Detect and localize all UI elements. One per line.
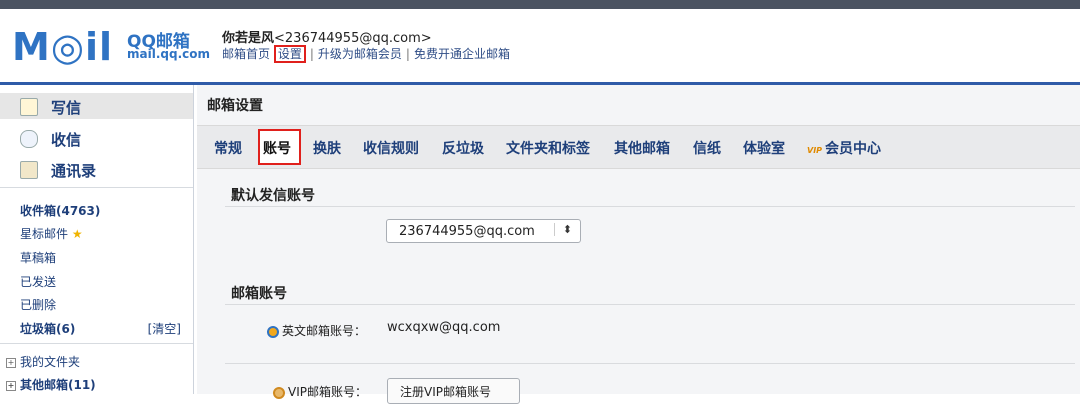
- tab-general[interactable]: 常规: [214, 138, 242, 158]
- section-divider: [225, 206, 1075, 207]
- qq-mail-logo[interactable]: M◎il QQ邮箱 mail.qq.com: [12, 25, 210, 71]
- vip-icon: VIP: [807, 146, 823, 155]
- folder-starred[interactable]: 星标邮件 ★: [20, 225, 83, 242]
- logo-mark: M◎il: [12, 25, 114, 69]
- row-divider: [225, 363, 1075, 364]
- sidebar-item-label: 收信: [51, 131, 82, 149]
- default-sender-title: 默认发信账号: [231, 188, 315, 204]
- register-vip-button-label: 注册VIP邮箱账号: [400, 385, 491, 399]
- folder-my-folders-label: 我的文件夹: [20, 355, 81, 369]
- default-account-value: 236744955@qq.com: [399, 224, 535, 239]
- star-icon: ★: [71, 227, 83, 241]
- default-account-select[interactable]: 236744955@qq.com ⬍: [386, 219, 581, 243]
- settings-panel: 邮箱设置 常规 账号 换肤 收信规则 反垃圾 文件夹和标签 其他邮箱 信纸 体验…: [197, 85, 1080, 404]
- english-account-label: 英文邮箱账号：: [267, 322, 366, 339]
- mailbox-account-title: 邮箱账号: [231, 286, 287, 302]
- english-account-label-text: 英文邮箱账号：: [282, 324, 367, 338]
- english-account-value: wcxqxw@qq.com: [387, 320, 501, 335]
- user-info: 你若是风<236744955@qq.com>: [222, 27, 432, 46]
- folder-inbox[interactable]: 收件箱(4763): [20, 202, 100, 219]
- tab-other-mailboxes[interactable]: 其他邮箱: [614, 138, 670, 158]
- header: M◎il QQ邮箱 mail.qq.com 你若是风<236744955@qq.…: [0, 9, 1080, 85]
- link-settings[interactable]: 设置: [273, 45, 306, 63]
- header-links: 邮箱首页 设置 | 升级为邮箱会员 | 免费开通企业邮箱: [222, 45, 510, 63]
- top-strip: [0, 0, 1080, 9]
- tab-vip-center[interactable]: VIP 会员中心: [807, 138, 881, 158]
- vip-account-label-text: VIP邮箱账号：: [288, 385, 367, 399]
- section-divider: [225, 304, 1075, 305]
- tab-vip-center-label: 会员中心: [825, 141, 882, 157]
- inbox-icon: [20, 130, 38, 148]
- folder-my-folders[interactable]: + 我的文件夹: [6, 353, 80, 370]
- expand-icon[interactable]: +: [6, 357, 16, 368]
- sidebar: 写信 收信 通讯录 收件箱(4763) 星标邮件 ★ 草稿箱 已发送 已删除 垃…: [0, 85, 194, 394]
- tab-skin[interactable]: 换肤: [313, 138, 341, 158]
- sidebar-divider: [0, 187, 193, 188]
- folder-drafts[interactable]: 草稿箱: [20, 249, 56, 266]
- contacts-icon: [20, 161, 38, 179]
- user-email: <236744955@qq.com>: [274, 31, 432, 46]
- link-upgrade[interactable]: 升级为邮箱会员: [318, 47, 402, 61]
- tab-stationery[interactable]: 信纸: [693, 138, 721, 158]
- tab-anti-spam[interactable]: 反垃圾: [442, 138, 484, 158]
- settings-tabs: 常规 账号 换肤 收信规则 反垃圾 文件夹和标签 其他邮箱 信纸 体验室 VIP…: [197, 125, 1080, 169]
- sidebar-item-compose[interactable]: 写信: [0, 93, 193, 119]
- qq-icon: [267, 325, 279, 338]
- folder-deleted[interactable]: 已删除: [20, 296, 56, 313]
- sidebar-item-inbox-check[interactable]: 收信: [0, 125, 193, 151]
- separator: |: [309, 47, 314, 61]
- tab-lab[interactable]: 体验室: [743, 138, 785, 158]
- clear-trash-link[interactable]: [清空]: [148, 320, 181, 337]
- folder-trash[interactable]: 垃圾箱(6): [20, 320, 75, 337]
- vip-account-label: VIP邮箱账号：: [273, 383, 367, 400]
- sidebar-item-contacts[interactable]: 通讯录: [0, 156, 193, 182]
- tab-folders-labels[interactable]: 文件夹和标签: [506, 138, 590, 158]
- sidebar-item-label: 写信: [51, 99, 82, 117]
- expand-icon[interactable]: +: [6, 380, 16, 391]
- folder-other-label: 其他邮箱(11): [20, 378, 96, 392]
- logo-url: mail.qq.com: [127, 47, 210, 61]
- vip-account-icon: [273, 386, 285, 399]
- folder-sent[interactable]: 已发送: [20, 273, 56, 290]
- folder-starred-label: 星标邮件: [20, 227, 69, 241]
- user-name: 你若是风: [222, 31, 275, 46]
- sidebar-item-label: 通讯录: [51, 162, 97, 180]
- separator: |: [405, 47, 410, 61]
- tab-account[interactable]: 账号: [263, 138, 291, 158]
- chevron-updown-icon: ⬍: [553, 223, 572, 236]
- register-vip-button[interactable]: 注册VIP邮箱账号: [387, 378, 520, 404]
- tab-receive-rules[interactable]: 收信规则: [363, 138, 419, 158]
- folder-other-mailboxes[interactable]: + 其他邮箱(11): [6, 376, 96, 393]
- link-home[interactable]: 邮箱首页: [222, 47, 270, 61]
- page-title: 邮箱设置: [207, 98, 263, 114]
- link-enterprise[interactable]: 免费开通企业邮箱: [414, 47, 510, 61]
- compose-icon: [20, 98, 38, 116]
- sidebar-divider: [0, 343, 193, 344]
